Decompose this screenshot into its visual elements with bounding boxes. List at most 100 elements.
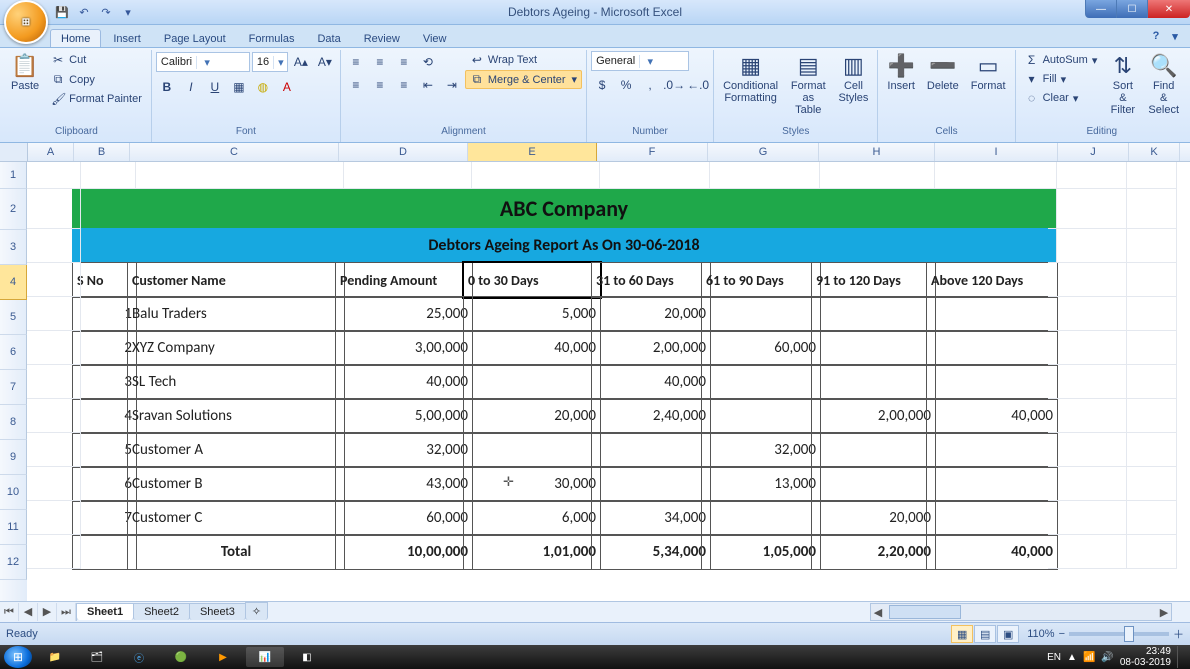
bold-button[interactable]: B	[156, 76, 178, 98]
minimize-button[interactable]: —	[1085, 0, 1116, 18]
conditional-formatting-button[interactable]: ▦Conditional Formatting	[718, 51, 783, 107]
col-header-I[interactable]: I	[935, 143, 1058, 161]
col-header-B[interactable]: B	[74, 143, 130, 161]
table-cell[interactable]: 5,000	[463, 296, 601, 332]
table-cell[interactable]	[926, 330, 1058, 366]
table-header[interactable]: 91 to 120 Days	[811, 262, 936, 298]
empty-cell[interactable]	[1048, 162, 1127, 189]
shrink-font-button[interactable]: A▾	[314, 51, 336, 73]
table-cell[interactable]: 32,000	[701, 432, 821, 468]
grow-font-button[interactable]: A▴	[290, 51, 312, 73]
row-header-11[interactable]: 11	[0, 510, 27, 545]
empty-cell[interactable]	[1118, 262, 1177, 297]
table-cell[interactable]	[591, 466, 711, 502]
cut-button[interactable]: ✂Cut	[46, 51, 147, 69]
table-cell[interactable]: Customer B	[127, 466, 345, 502]
empty-cell[interactable]	[1048, 432, 1127, 467]
table-cell[interactable]: Customer C	[127, 500, 345, 536]
empty-cell[interactable]	[1048, 500, 1127, 535]
page-layout-view-button[interactable]: ▤	[974, 625, 996, 643]
table-cell[interactable]: 40,000	[926, 398, 1058, 434]
sheet-tab-2[interactable]: Sheet2	[133, 603, 190, 620]
sheet-tab-3[interactable]: Sheet3	[189, 603, 246, 620]
empty-cell[interactable]	[27, 534, 81, 569]
merge-center-button[interactable]: ⧉Merge & Center▾	[465, 70, 582, 89]
sheet-tab-1[interactable]: Sheet1	[76, 603, 134, 620]
tray-volume-icon[interactable]: 🔊	[1101, 652, 1113, 663]
normal-view-button[interactable]: ▦	[951, 625, 973, 643]
empty-cell[interactable]	[1048, 262, 1127, 297]
tab-data[interactable]: Data	[306, 29, 351, 47]
empty-cell[interactable]	[701, 162, 820, 189]
table-cell[interactable]	[811, 432, 936, 468]
table-cell[interactable]	[926, 466, 1058, 502]
orientation-button[interactable]: ⟲	[417, 51, 439, 73]
row-header-9[interactable]: 9	[0, 440, 27, 475]
table-cell[interactable]: 60,000	[335, 500, 473, 536]
empty-cell[interactable]	[27, 296, 81, 331]
select-all-button[interactable]	[0, 143, 28, 161]
table-cell[interactable]	[463, 364, 601, 400]
align-right-button[interactable]: ≡	[393, 74, 415, 96]
find-select-button[interactable]: 🔍Find & Select	[1143, 51, 1184, 119]
table-cell[interactable]	[811, 296, 936, 332]
table-total-cell[interactable]: 5,34,000	[591, 534, 711, 570]
zoom-knob[interactable]	[1124, 626, 1134, 642]
row-header-2[interactable]: 2	[0, 189, 27, 230]
fill-color-button[interactable]: ◍	[252, 76, 274, 98]
table-cell[interactable]: 2,40,000	[591, 398, 711, 434]
empty-cell[interactable]	[1118, 364, 1177, 399]
autosum-button[interactable]: ΣAutoSum▾	[1020, 51, 1103, 69]
row-header-5[interactable]: 5	[0, 300, 27, 335]
tray-lang[interactable]: EN	[1047, 652, 1061, 663]
empty-cell[interactable]	[1118, 534, 1177, 569]
table-cell[interactable]: 40,000	[591, 364, 711, 400]
empty-cell[interactable]	[1048, 188, 1127, 229]
table-header[interactable]: Customer Name	[127, 262, 345, 298]
empty-cell[interactable]	[1048, 296, 1127, 331]
zoom-in-button[interactable]: ＋	[1173, 626, 1184, 642]
table-total-cell[interactable]: 10,00,000	[335, 534, 473, 570]
empty-cell[interactable]	[1118, 466, 1177, 501]
empty-cell[interactable]	[27, 432, 81, 467]
format-painter-button[interactable]: 🖌Format Painter	[46, 90, 147, 108]
empty-cell[interactable]	[591, 162, 710, 189]
empty-cell[interactable]	[463, 162, 600, 189]
taskbar-explorer-icon[interactable]: 📁	[36, 647, 74, 667]
tab-page-layout[interactable]: Page Layout	[153, 29, 237, 47]
empty-cell[interactable]	[811, 162, 935, 189]
tray-flag-icon[interactable]: ▲	[1067, 652, 1077, 663]
empty-cell[interactable]	[127, 162, 344, 189]
taskbar-chrome-icon[interactable]: 🟢	[162, 647, 200, 667]
table-cell[interactable]	[926, 364, 1058, 400]
table-cell[interactable]	[926, 432, 1058, 468]
tab-scroll-prev-button[interactable]: ◀	[19, 603, 38, 621]
empty-cell[interactable]	[1118, 228, 1177, 263]
tab-scroll-next-button[interactable]: ▶	[38, 603, 57, 621]
row-header-6[interactable]: 6	[0, 335, 27, 370]
table-cell[interactable]	[701, 364, 821, 400]
table-header[interactable]: 0 to 30 Days	[463, 262, 601, 298]
cell-styles-button[interactable]: ▥Cell Styles	[833, 51, 873, 107]
comma-format-button[interactable]: ,	[639, 74, 661, 96]
minimize-ribbon-icon[interactable]: ▾	[1166, 28, 1184, 44]
number-format-select[interactable]: General▾	[591, 51, 689, 71]
table-total-cell[interactable]: 40,000	[926, 534, 1058, 570]
table-cell[interactable]: 2,00,000	[811, 398, 936, 434]
empty-cell[interactable]	[27, 188, 81, 229]
table-cell[interactable]: 2,00,000	[591, 330, 711, 366]
align-top-button[interactable]: ≡	[345, 51, 367, 73]
underline-button[interactable]: U	[204, 76, 226, 98]
empty-cell[interactable]	[1048, 534, 1127, 569]
tab-formulas[interactable]: Formulas	[238, 29, 306, 47]
company-title[interactable]: ABC Company	[72, 188, 1057, 229]
new-sheet-button[interactable]: ✧	[245, 602, 268, 620]
empty-cell[interactable]	[27, 466, 81, 501]
tab-home[interactable]: Home	[50, 29, 101, 47]
align-center-button[interactable]: ≡	[369, 74, 391, 96]
zoom-out-button[interactable]: −	[1059, 628, 1065, 640]
font-size-select[interactable]: 16▾	[252, 52, 288, 72]
col-header-K[interactable]: K	[1129, 143, 1180, 161]
clear-button[interactable]: ◌Clear▾	[1020, 89, 1103, 107]
help-icon[interactable]: ?	[1147, 28, 1165, 44]
